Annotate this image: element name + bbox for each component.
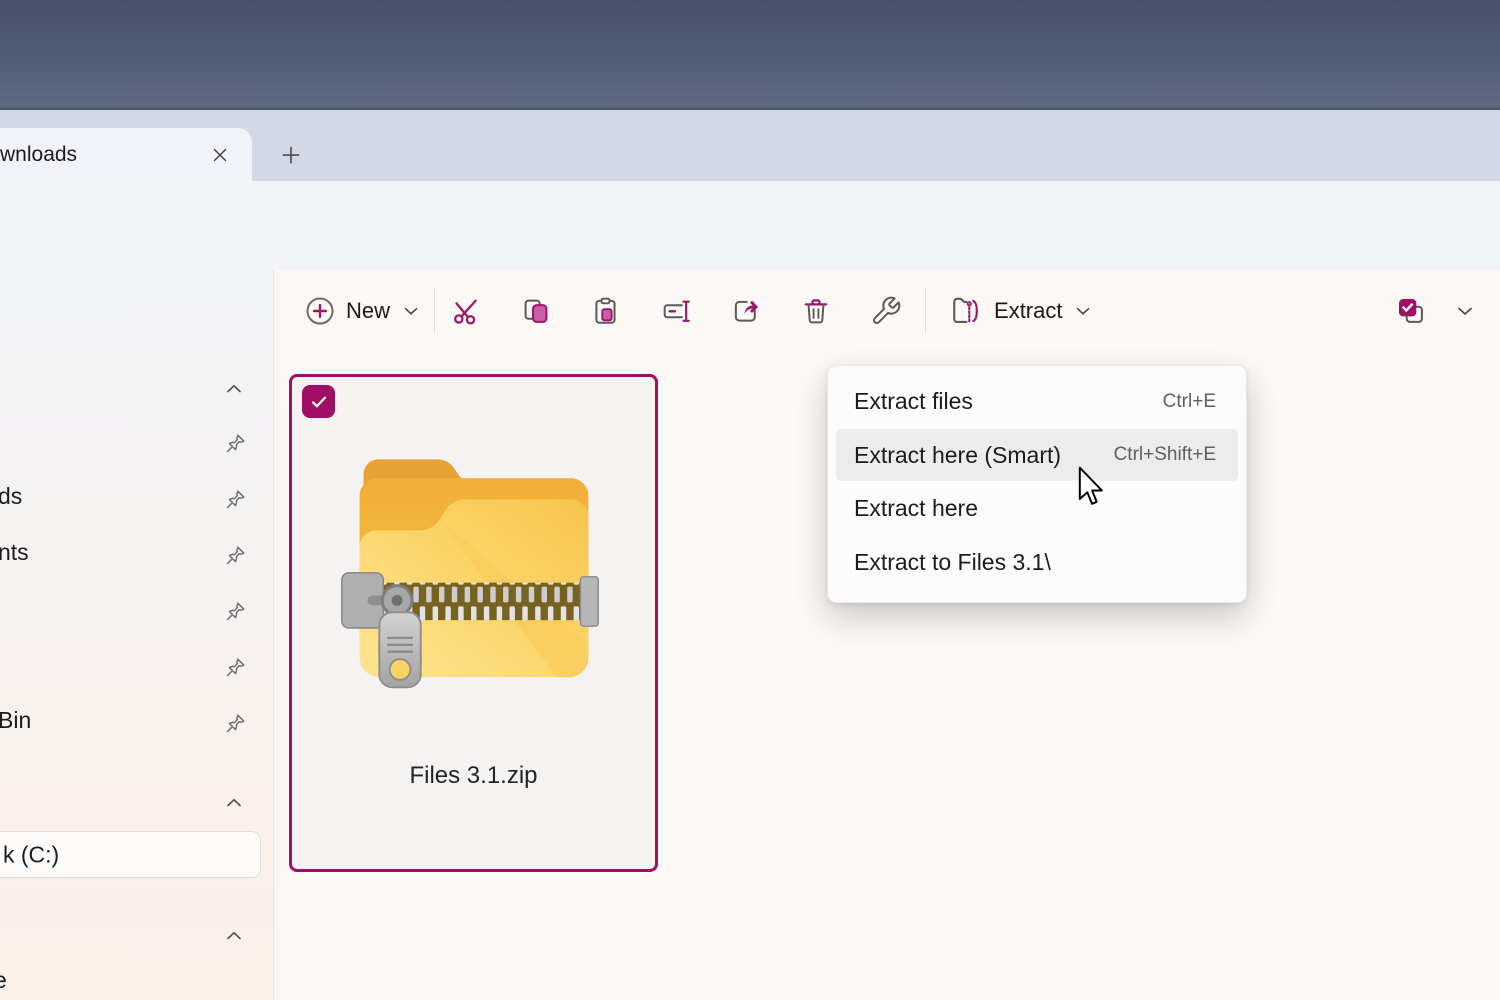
toolbar-separator xyxy=(434,288,435,334)
cut-button[interactable] xyxy=(443,288,489,334)
drive-label: k (C:) xyxy=(3,841,59,868)
sidebar: ds nts Bin k (C:) e xyxy=(0,270,274,1000)
delete-button[interactable] xyxy=(793,288,839,334)
pin-icon[interactable] xyxy=(221,540,251,570)
sidebar-item-documents[interactable]: nts xyxy=(0,539,29,566)
sidebar-item-downloads[interactable]: ds xyxy=(0,483,22,510)
tools-button[interactable] xyxy=(863,288,909,334)
plus-icon xyxy=(278,142,304,168)
menu-item-extract-here-smart[interactable]: Extract here (Smart) Ctrl+Shift+E xyxy=(836,429,1238,481)
files-app-window: wnloads Local Disk (C:) Users Public Dow… xyxy=(0,0,1500,1000)
share-icon xyxy=(730,295,762,327)
chevron-down-icon xyxy=(1072,300,1094,322)
toolbar-separator xyxy=(925,288,926,334)
desktop-wallpaper-strip xyxy=(0,0,1500,110)
chevron-up-icon xyxy=(222,924,246,948)
chevron-down-icon xyxy=(1453,299,1477,323)
item-checkbox-checked[interactable] xyxy=(302,385,335,418)
sidebar-item-recycle-bin[interactable]: Bin xyxy=(0,707,31,734)
section-collapse-button[interactable] xyxy=(219,374,249,404)
chevron-up-icon xyxy=(222,791,246,815)
select-all-icon xyxy=(1395,295,1427,327)
toolbar-right-tools xyxy=(1388,288,1484,334)
copy-button[interactable] xyxy=(513,288,559,334)
tab-downloads[interactable]: wnloads xyxy=(0,128,252,181)
rename-button[interactable] xyxy=(653,288,699,334)
zip-folder-thumbnail xyxy=(316,417,632,703)
tab-close-button[interactable] xyxy=(202,137,238,173)
main-content: New xyxy=(274,270,1500,1000)
share-button[interactable] xyxy=(723,288,769,334)
new-button[interactable]: New xyxy=(292,287,434,335)
file-item-zip[interactable]: Files 3.1.zip xyxy=(289,374,658,872)
tab-bar-band xyxy=(252,110,1500,181)
new-button-label: New xyxy=(346,298,390,324)
check-icon xyxy=(308,391,330,413)
rename-icon xyxy=(660,295,692,327)
plus-circle-icon xyxy=(304,295,336,327)
sidebar-item-local-disk-c[interactable]: k (C:) xyxy=(0,831,261,878)
pin-icon[interactable] xyxy=(221,596,251,626)
multi-select-button[interactable] xyxy=(1388,288,1434,334)
close-icon xyxy=(209,144,231,166)
view-options-button[interactable] xyxy=(1446,288,1484,334)
wrench-icon xyxy=(870,295,902,327)
extract-dropdown-menu: Extract files Ctrl+E Extract here (Smart… xyxy=(827,365,1247,603)
menu-item-extract-here[interactable]: Extract here xyxy=(836,483,1238,535)
zip-folder-icon xyxy=(950,294,984,328)
menu-item-extract-to-folder[interactable]: Extract to Files 3.1\ xyxy=(836,536,1238,588)
extract-button-label: Extract xyxy=(994,298,1062,324)
paste-icon xyxy=(590,295,622,327)
shortcut-label: Ctrl+E xyxy=(1163,391,1216,413)
new-tab-button[interactable] xyxy=(270,134,312,176)
paste-button[interactable] xyxy=(583,288,629,334)
section-collapse-button[interactable] xyxy=(219,921,249,951)
pin-icon[interactable] xyxy=(221,484,251,514)
pin-icon[interactable] xyxy=(221,428,251,458)
file-name: Files 3.1.zip xyxy=(292,762,655,790)
navigation-bar: Local Disk (C:) Users Public Downloads xyxy=(0,181,1500,270)
toolbar: New xyxy=(274,270,1500,352)
sidebar-item-truncated[interactable]: e xyxy=(0,967,7,994)
chevron-down-icon xyxy=(400,300,422,322)
copy-icon xyxy=(520,295,552,327)
scissors-icon xyxy=(450,295,482,327)
section-collapse-button[interactable] xyxy=(219,788,249,818)
chevron-up-icon xyxy=(222,377,246,401)
menu-item-extract-files[interactable]: Extract files Ctrl+E xyxy=(836,376,1238,428)
trash-icon xyxy=(800,295,832,327)
pin-icon[interactable] xyxy=(221,652,251,682)
shortcut-label: Ctrl+Shift+E xyxy=(1114,444,1216,466)
tab-title: wnloads xyxy=(0,143,77,167)
pin-icon[interactable] xyxy=(221,708,251,738)
extract-button[interactable]: Extract xyxy=(938,286,1106,336)
